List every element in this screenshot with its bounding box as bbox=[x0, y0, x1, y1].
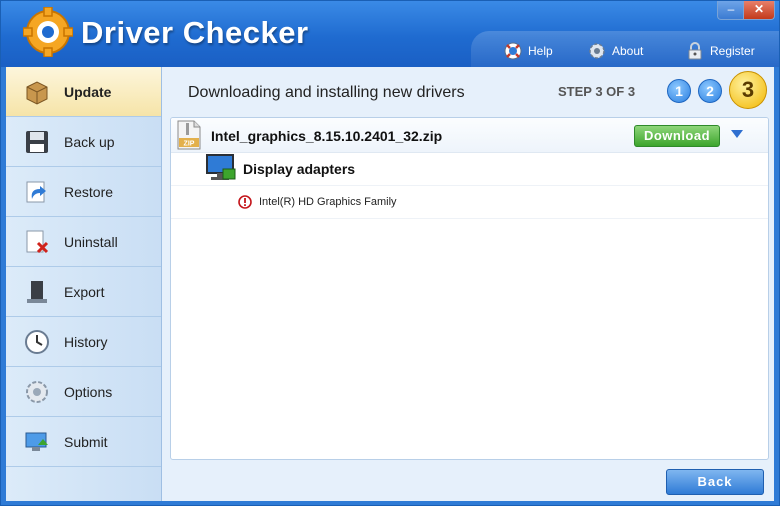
sidebar-item-uninstall[interactable]: Uninstall bbox=[6, 217, 161, 267]
restore-icon bbox=[26, 181, 46, 202]
register-label: Register bbox=[710, 44, 755, 58]
minimize-button[interactable]: – bbox=[717, 1, 745, 20]
page-title: Downloading and installing new drivers bbox=[188, 84, 465, 101]
warning-icon bbox=[238, 195, 252, 209]
app-window: Driver Checker – ✕ Help About Register U… bbox=[0, 0, 780, 506]
app-title: Driver Checker bbox=[81, 15, 309, 50]
driver-category-row: Display adapters bbox=[171, 153, 768, 186]
sidebar-item-update[interactable]: Update bbox=[6, 67, 161, 117]
step-2-badge: 2 bbox=[698, 79, 722, 103]
sidebar-item-backup[interactable]: Back up bbox=[6, 117, 161, 167]
category-label: Display adapters bbox=[243, 161, 356, 177]
zip-icon-label: ZIP bbox=[184, 141, 195, 148]
options-gear-icon bbox=[26, 380, 48, 403]
about-link[interactable]: About bbox=[587, 41, 643, 61]
back-button[interactable]: Back bbox=[666, 469, 764, 495]
close-button[interactable]: ✕ bbox=[743, 1, 775, 20]
sidebar-item-label: History bbox=[64, 333, 108, 350]
step-3-badge: 3 bbox=[729, 71, 767, 109]
sidebar-item-label: Submit bbox=[64, 433, 108, 450]
sidebar-item-restore[interactable]: Restore bbox=[6, 167, 161, 217]
device-row[interactable]: Intel(R) HD Graphics Family bbox=[171, 186, 768, 219]
uninstall-icon bbox=[26, 230, 49, 253]
help-link[interactable]: Help bbox=[503, 41, 553, 61]
help-label: Help bbox=[528, 44, 553, 58]
driver-file-name: Intel_graphics_8.15.10.2401_32.zip bbox=[211, 128, 443, 144]
submit-icon bbox=[25, 432, 48, 451]
zip-file-icon: ZIP bbox=[177, 120, 201, 150]
sidebar-item-label: Restore bbox=[64, 183, 114, 200]
device-name: Intel(R) HD Graphics Family bbox=[259, 196, 397, 208]
app-logo-icon bbox=[23, 7, 73, 57]
sidebar-item-label: Options bbox=[64, 383, 113, 400]
lifebuoy-icon bbox=[504, 42, 522, 60]
export-icon bbox=[27, 280, 47, 303]
main-content: Downloading and installing new drivers S… bbox=[162, 67, 774, 501]
box-icon bbox=[26, 80, 48, 105]
about-label: About bbox=[612, 44, 644, 58]
floppy-icon bbox=[26, 130, 48, 153]
sidebar-item-options[interactable]: Options bbox=[6, 367, 161, 417]
driver-file-row: ZIP Intel_graphics_8.15.10.2401_32.zip D… bbox=[171, 118, 768, 153]
download-button[interactable]: Download bbox=[634, 125, 720, 147]
monitor-icon bbox=[206, 154, 236, 180]
lock-icon bbox=[688, 42, 702, 60]
top-links: Help About Register bbox=[471, 31, 779, 67]
sidebar-item-history[interactable]: History bbox=[6, 317, 161, 367]
sidebar-item-label: Uninstall bbox=[64, 233, 118, 250]
title-bar: Driver Checker – ✕ Help About Register bbox=[1, 1, 779, 67]
sidebar-item-label: Back up bbox=[64, 133, 115, 150]
register-link[interactable]: Register bbox=[685, 41, 755, 61]
sidebar-item-label: Update bbox=[64, 83, 112, 100]
step-1-badge: 1 bbox=[667, 79, 691, 103]
step-header: Downloading and installing new drivers S… bbox=[162, 67, 774, 115]
chevron-down-icon[interactable] bbox=[731, 130, 743, 138]
gear-icon bbox=[589, 43, 605, 59]
clock-icon bbox=[25, 329, 49, 354]
sidebar-item-label: Export bbox=[64, 283, 105, 300]
step-indicator-text: STEP 3 OF 3 bbox=[558, 84, 636, 99]
sidebar-item-export[interactable]: Export bbox=[6, 267, 161, 317]
sidebar: Update Back up Restore Uninstall Export … bbox=[6, 67, 162, 501]
sidebar-item-submit[interactable]: Submit bbox=[6, 417, 161, 467]
driver-list-panel: ZIP Intel_graphics_8.15.10.2401_32.zip D… bbox=[170, 117, 769, 460]
